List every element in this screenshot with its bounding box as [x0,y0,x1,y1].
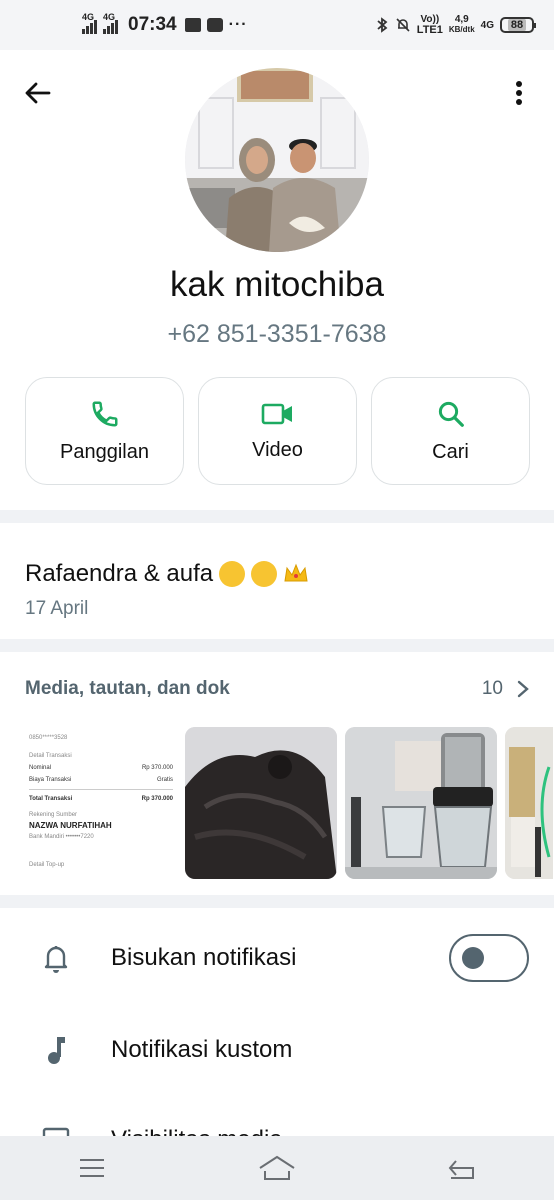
about-section[interactable]: Rafaendra & aufa 17 April [0,523,554,639]
receipt-nominal-label: Nominal [29,765,52,771]
more-notifications-icon: ··· [228,16,248,33]
receipt-bank: Bank Mandiri •••••••7220 [29,834,94,840]
search-button-label: Cari [432,440,469,463]
menu-icon [80,1159,105,1177]
play-icon [206,18,223,32]
mute-notifications-toggle[interactable] [449,934,529,982]
battery-icon: 88 [500,17,536,33]
video-icon [261,403,292,424]
contact-phone: +62 851-3351-7638 [167,320,387,348]
search-icon [438,401,464,427]
back-button[interactable] [16,72,58,114]
status-time: 07:34 [128,14,177,35]
home-button[interactable] [247,1148,307,1188]
custom-notifications-row[interactable]: Notifikasi kustom [0,1004,554,1096]
about-date: 17 April [25,598,89,619]
profile-photo[interactable] [185,68,369,252]
receipt-fee-label: Biaya Transaksi [29,777,72,783]
arrow-left-icon [25,82,51,104]
media-thumb-blender-image [345,727,497,879]
profile-photo-image [185,68,369,252]
receipt-number: 0850*****3528 [29,735,68,741]
call-button[interactable]: Panggilan [25,377,184,485]
signal-2-icon: 4G [103,12,118,34]
notification-icon [184,18,201,32]
receipt-source-label: Rekening Sumber [29,812,78,818]
contact-name: kak mitochiba [170,265,384,304]
home-icon [259,1155,295,1180]
bell-icon [42,944,70,973]
contact-header: kak mitochiba +62 851-3351-7638 Panggila… [0,50,554,510]
call-button-label: Panggilan [60,440,149,463]
media-thumb-fabric-image [185,727,337,879]
media-count: 10 [481,678,503,699]
volte-indicator: Vo)) LTE1 [416,14,443,36]
hugging-face-emoji-icon [219,561,246,587]
receipt-fee-value: Gratis [156,777,173,783]
kissing-face-emoji-icon [251,561,278,587]
about-status-text: Rafaendra & aufa [25,560,214,587]
return-icon [448,1160,474,1179]
media-thumb-fabric[interactable] [185,727,337,879]
crown-emoji-icon [284,563,308,582]
network-type: 4G [480,19,494,31]
more-vertical-icon [516,81,522,105]
back-nav-button[interactable] [432,1148,492,1188]
receipt-footer: Detail Top-up [29,862,65,868]
media-thumb-blender[interactable] [345,727,497,879]
media-header[interactable]: Media, tautan, dan dok 10 [25,678,529,700]
about-status: Rafaendra & aufa [25,560,529,588]
signal-1-icon: 4G [82,12,97,34]
more-options-button[interactable] [498,72,540,114]
video-button[interactable]: Video [198,377,357,485]
media-title: Media, tautan, dan dok [25,678,230,699]
music-note-icon [42,1036,70,1064]
media-section: Media, tautan, dan dok 10 0850*****3528 … [0,652,554,895]
receipt-nominal-value: Rp 370.000 [141,765,173,771]
phone-icon [91,401,117,427]
receipt-source-name: NAZWA NURFATIHAH [29,821,112,830]
search-button[interactable]: Cari [371,377,530,485]
media-thumbnails: 0850*****3528 Detail Transaksi Nominal Rp… [25,727,553,879]
data-speed: 4,9 KB/dtk [448,14,475,35]
media-thumb-partial[interactable] [505,727,553,879]
receipt-total-value: Rp 370.000 [141,796,173,802]
chevron-right-icon [517,680,529,698]
recents-button[interactable] [62,1148,122,1188]
receipt-total-label: Total Transaksi [29,796,73,802]
action-buttons: Panggilan Video Cari [25,377,530,485]
media-thumb-receipt[interactable]: 0850*****3528 Detail Transaksi Nominal Rp… [25,727,177,879]
custom-notifications-label: Notifikasi kustom [111,1036,293,1063]
mute-notifications-label: Bisukan notifikasi [111,944,297,971]
video-button-label: Video [252,438,303,461]
mute-bell-icon [396,18,410,32]
mute-notifications-row[interactable]: Bisukan notifikasi [0,912,554,1004]
receipt-section: Detail Transaksi [29,753,72,759]
status-bar: 4G 4G 07:34 ··· Vo)) LTE1 4,9 KB/dtk 4G 88 [0,0,554,50]
media-thumb-partial-image [505,727,553,879]
system-nav-bar [0,1136,554,1200]
bluetooth-icon [377,17,388,33]
